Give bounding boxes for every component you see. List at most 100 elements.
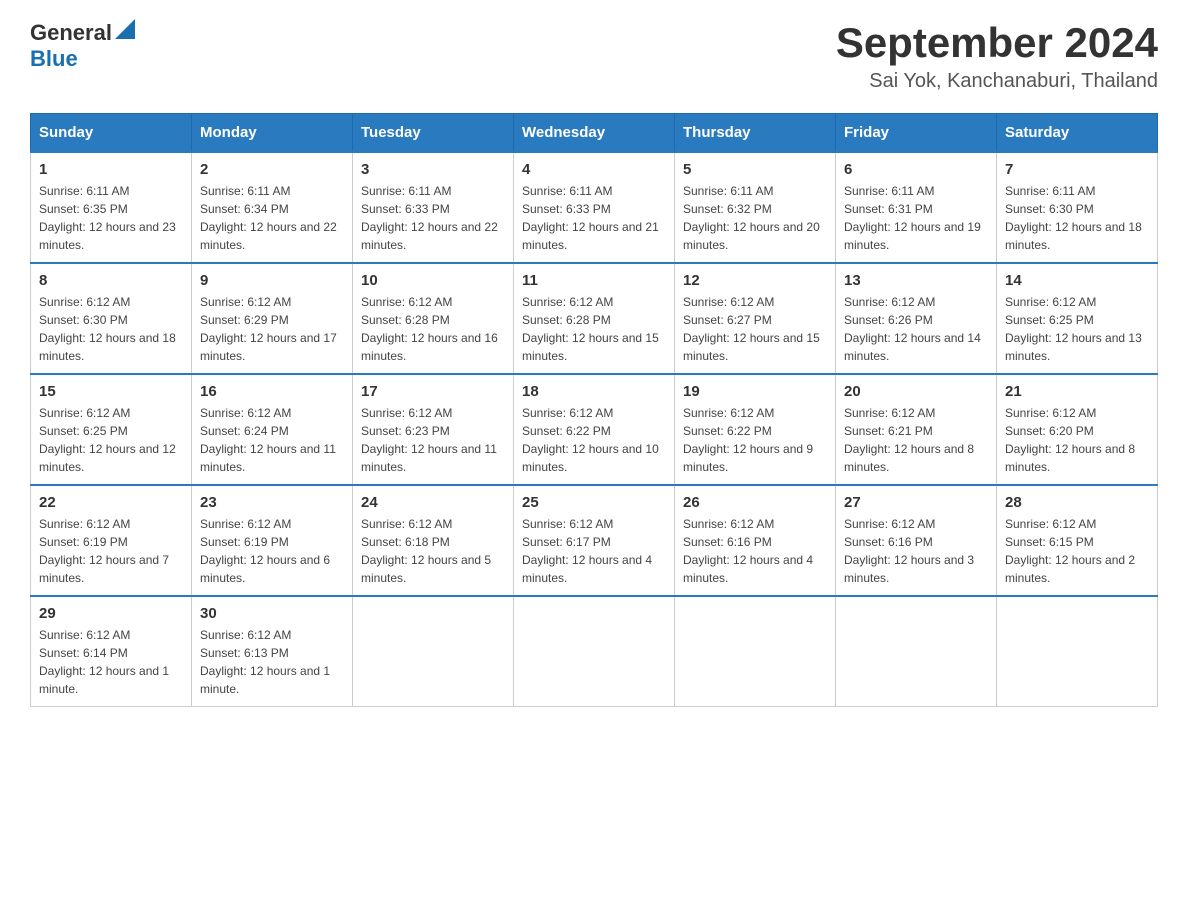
day-info: Sunrise: 6:12 AM Sunset: 6:16 PM Dayligh…: [844, 515, 988, 587]
col-header-thursday: Thursday: [675, 114, 836, 153]
day-cell: 8 Sunrise: 6:12 AM Sunset: 6:30 PM Daylig…: [31, 263, 192, 374]
day-number: 24: [361, 494, 505, 511]
day-number: 21: [1005, 383, 1149, 400]
day-info: Sunrise: 6:12 AM Sunset: 6:25 PM Dayligh…: [39, 404, 183, 476]
day-number: 4: [522, 161, 666, 178]
day-cell: 29 Sunrise: 6:12 AM Sunset: 6:14 PM Dayli…: [31, 596, 192, 707]
day-cell: 16 Sunrise: 6:12 AM Sunset: 6:24 PM Dayli…: [192, 374, 353, 485]
day-info: Sunrise: 6:11 AM Sunset: 6:31 PM Dayligh…: [844, 182, 988, 254]
day-cell: [997, 596, 1158, 707]
day-info: Sunrise: 6:12 AM Sunset: 6:23 PM Dayligh…: [361, 404, 505, 476]
day-number: 22: [39, 494, 183, 511]
day-cell: 3 Sunrise: 6:11 AM Sunset: 6:33 PM Daylig…: [353, 152, 514, 263]
logo-blue-text: Blue: [30, 46, 78, 72]
day-info: Sunrise: 6:11 AM Sunset: 6:33 PM Dayligh…: [522, 182, 666, 254]
day-info: Sunrise: 6:12 AM Sunset: 6:22 PM Dayligh…: [522, 404, 666, 476]
day-cell: 22Sunrise: 6:12 AM Sunset: 6:19 PM Dayli…: [31, 485, 192, 596]
day-number: 18: [522, 383, 666, 400]
day-cell: 23 Sunrise: 6:12 AM Sunset: 6:19 PM Dayli…: [192, 485, 353, 596]
col-header-tuesday: Tuesday: [353, 114, 514, 153]
day-number: 13: [844, 272, 988, 289]
day-cell: [675, 596, 836, 707]
logo-general-text: General: [30, 20, 112, 46]
day-info: Sunrise: 6:12 AM Sunset: 6:22 PM Dayligh…: [683, 404, 827, 476]
day-info: Sunrise: 6:12 AM Sunset: 6:27 PM Dayligh…: [683, 293, 827, 365]
day-cell: 21Sunrise: 6:12 AM Sunset: 6:20 PM Dayli…: [997, 374, 1158, 485]
day-info: Sunrise: 6:12 AM Sunset: 6:17 PM Dayligh…: [522, 515, 666, 587]
day-info: Sunrise: 6:12 AM Sunset: 6:24 PM Dayligh…: [200, 404, 344, 476]
page-header: General Blue September 2024 Sai Yok, Kan…: [30, 20, 1158, 93]
day-info: Sunrise: 6:12 AM Sunset: 6:18 PM Dayligh…: [361, 515, 505, 587]
day-cell: 6 Sunrise: 6:11 AM Sunset: 6:31 PM Daylig…: [836, 152, 997, 263]
col-header-friday: Friday: [836, 114, 997, 153]
day-cell: 14 Sunrise: 6:12 AM Sunset: 6:25 PM Dayli…: [997, 263, 1158, 374]
col-header-sunday: Sunday: [31, 114, 192, 153]
day-number: 28: [1005, 494, 1149, 511]
day-cell: 7 Sunrise: 6:11 AM Sunset: 6:30 PM Daylig…: [997, 152, 1158, 263]
day-cell: [514, 596, 675, 707]
logo-triangle-icon: [115, 19, 135, 39]
week-row-1: 1Sunrise: 6:11 AM Sunset: 6:35 PM Daylig…: [31, 152, 1158, 263]
week-row-5: 29 Sunrise: 6:12 AM Sunset: 6:14 PM Dayli…: [31, 596, 1158, 707]
day-info: Sunrise: 6:12 AM Sunset: 6:28 PM Dayligh…: [522, 293, 666, 365]
day-number: 10: [361, 272, 505, 289]
day-info: Sunrise: 6:11 AM Sunset: 6:30 PM Dayligh…: [1005, 182, 1149, 254]
day-number: 17: [361, 383, 505, 400]
day-info: Sunrise: 6:11 AM Sunset: 6:35 PM Dayligh…: [39, 182, 183, 254]
col-header-wednesday: Wednesday: [514, 114, 675, 153]
day-number: 30: [200, 605, 344, 622]
day-cell: 19 Sunrise: 6:12 AM Sunset: 6:22 PM Dayli…: [675, 374, 836, 485]
day-cell: 26 Sunrise: 6:12 AM Sunset: 6:16 PM Dayli…: [675, 485, 836, 596]
day-info: Sunrise: 6:11 AM Sunset: 6:34 PM Dayligh…: [200, 182, 344, 254]
day-info: Sunrise: 6:12 AM Sunset: 6:14 PM Dayligh…: [39, 626, 183, 698]
day-info: Sunrise: 6:12 AM Sunset: 6:16 PM Dayligh…: [683, 515, 827, 587]
week-row-4: 22 Sunrise: 6:12 AM Sunset: 6:19 PM Dayli…: [31, 485, 1158, 596]
day-cell: 11 Sunrise: 6:12 AM Sunset: 6:28 PM Dayli…: [514, 263, 675, 374]
day-cell: 2 Sunrise: 6:11 AM Sunset: 6:34 PM Daylig…: [192, 152, 353, 263]
day-cell: 17 Sunrise: 6:12 AM Sunset: 6:23 PM Dayli…: [353, 374, 514, 485]
day-cell: 27Sunrise: 6:12 AM Sunset: 6:16 PM Dayli…: [836, 485, 997, 596]
day-info: Sunrise: 6:12 AM Sunset: 6:29 PM Dayligh…: [200, 293, 344, 365]
day-cell: 28 Sunrise: 6:12 AM Sunset: 6:15 PM Dayli…: [997, 485, 1158, 596]
day-number: 16: [200, 383, 344, 400]
day-cell: 20Sunrise: 6:12 AM Sunset: 6:21 PM Dayli…: [836, 374, 997, 485]
day-cell: 30 Sunrise: 6:12 AM Sunset: 6:13 PM Dayli…: [192, 596, 353, 707]
day-info: Sunrise: 6:11 AM Sunset: 6:33 PM Dayligh…: [361, 182, 505, 254]
day-number: 29: [39, 605, 183, 622]
col-header-saturday: Saturday: [997, 114, 1158, 153]
calendar-header-row: SundayMondayTuesdayWednesdayThursdayFrid…: [31, 114, 1158, 153]
logo: General Blue: [30, 20, 135, 72]
day-number: 19: [683, 383, 827, 400]
day-number: 8: [39, 272, 183, 289]
day-number: 14: [1005, 272, 1149, 289]
day-number: 26: [683, 494, 827, 511]
day-number: 23: [200, 494, 344, 511]
day-cell: 25 Sunrise: 6:12 AM Sunset: 6:17 PM Dayli…: [514, 485, 675, 596]
day-info: Sunrise: 6:12 AM Sunset: 6:25 PM Dayligh…: [1005, 293, 1149, 365]
day-info: Sunrise: 6:12 AM Sunset: 6:28 PM Dayligh…: [361, 293, 505, 365]
col-header-monday: Monday: [192, 114, 353, 153]
day-info: Sunrise: 6:12 AM Sunset: 6:15 PM Dayligh…: [1005, 515, 1149, 587]
day-number: 7: [1005, 161, 1149, 178]
day-number: 12: [683, 272, 827, 289]
day-info: Sunrise: 6:12 AM Sunset: 6:19 PM Dayligh…: [200, 515, 344, 587]
calendar-table: SundayMondayTuesdayWednesdayThursdayFrid…: [30, 113, 1158, 707]
day-number: 25: [522, 494, 666, 511]
day-cell: [353, 596, 514, 707]
day-cell: 5Sunrise: 6:11 AM Sunset: 6:32 PM Daylig…: [675, 152, 836, 263]
day-info: Sunrise: 6:12 AM Sunset: 6:21 PM Dayligh…: [844, 404, 988, 476]
day-cell: [836, 596, 997, 707]
day-number: 11: [522, 272, 666, 289]
day-info: Sunrise: 6:12 AM Sunset: 6:13 PM Dayligh…: [200, 626, 344, 698]
day-number: 6: [844, 161, 988, 178]
day-number: 5: [683, 161, 827, 178]
day-cell: 18 Sunrise: 6:12 AM Sunset: 6:22 PM Dayli…: [514, 374, 675, 485]
title-section: September 2024 Sai Yok, Kanchanaburi, Th…: [836, 20, 1158, 93]
day-number: 2: [200, 161, 344, 178]
day-cell: 9 Sunrise: 6:12 AM Sunset: 6:29 PM Daylig…: [192, 263, 353, 374]
day-number: 9: [200, 272, 344, 289]
day-cell: 24 Sunrise: 6:12 AM Sunset: 6:18 PM Dayli…: [353, 485, 514, 596]
day-info: Sunrise: 6:12 AM Sunset: 6:30 PM Dayligh…: [39, 293, 183, 365]
subtitle: Sai Yok, Kanchanaburi, Thailand: [836, 70, 1158, 93]
day-number: 3: [361, 161, 505, 178]
